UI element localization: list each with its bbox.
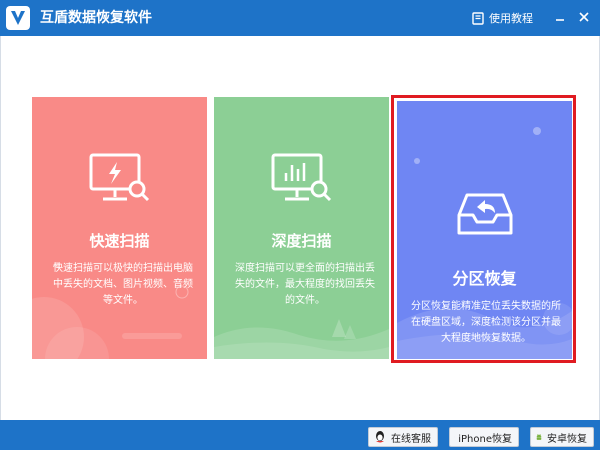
- android-recovery-button[interactable]: 安卓恢复: [530, 427, 594, 447]
- monitor-chart-icon: [271, 153, 331, 202]
- app-title: 互盾数据恢复软件: [40, 10, 152, 26]
- title-bar: 互盾数据恢复软件 使用教程: [0, 0, 600, 36]
- deep-scan-card[interactable]: 深度扫描 深度扫描可以更全面的扫描出丢失的文件，最大程度的找回丢失的文件。: [214, 97, 389, 359]
- quick-scan-card[interactable]: 快速扫描 快速扫描可以极快的扫描出电脑中丢失的文档、图片视频、音频等文件。: [32, 97, 207, 359]
- footer-bar: 在线客服 iPhone恢复 安卓恢复: [0, 420, 600, 450]
- deep-scan-description: 深度扫描可以更全面的扫描出丢失的文件，最大程度的找回丢失的文件。: [235, 263, 375, 306]
- monitor-lightning-icon: [89, 153, 149, 202]
- deep-scan-title: 深度扫描: [271, 232, 332, 250]
- android-icon: [536, 433, 542, 440]
- minimize-button[interactable]: [549, 6, 571, 28]
- iphone-recovery-button[interactable]: iPhone恢复: [449, 427, 519, 447]
- card-decoration: [32, 262, 189, 359]
- partition-recovery-title: 分区恢复: [452, 269, 517, 288]
- app-logo-icon: [6, 6, 30, 30]
- tray-return-icon: [457, 193, 512, 235]
- close-button[interactable]: [573, 6, 595, 28]
- minimize-icon: [556, 19, 564, 21]
- qq-icon: [376, 431, 384, 443]
- card-decoration: [214, 319, 389, 359]
- tutorial-label: 使用教程: [489, 12, 533, 25]
- partition-recovery-card[interactable]: 分区恢复 分区恢复能精准定位丢失数据的所在硬盘区域，深度检测该分区并最大程度地恢…: [397, 101, 572, 359]
- tutorial-link[interactable]: 使用教程: [472, 9, 533, 27]
- online-support-button[interactable]: 在线客服: [368, 427, 438, 447]
- quick-scan-description: 快速扫描可以极快的扫描出电脑中丢失的文档、图片视频、音频等文件。: [53, 263, 193, 306]
- online-support-label: 在线客服: [391, 433, 431, 445]
- main-content: 快速扫描 快速扫描可以极快的扫描出电脑中丢失的文档、图片视频、音频等文件。 深度…: [0, 36, 600, 420]
- android-recovery-label: 安卓恢复: [547, 433, 587, 445]
- close-icon: [579, 12, 589, 22]
- partition-recovery-description: 分区恢复能精准定位丢失数据的所在硬盘区域，深度检测该分区并最大程度地恢复数据。: [411, 301, 561, 344]
- quick-scan-title: 快速扫描: [89, 232, 150, 250]
- book-icon: [472, 11, 484, 25]
- iphone-recovery-label: iPhone恢复: [458, 433, 512, 445]
